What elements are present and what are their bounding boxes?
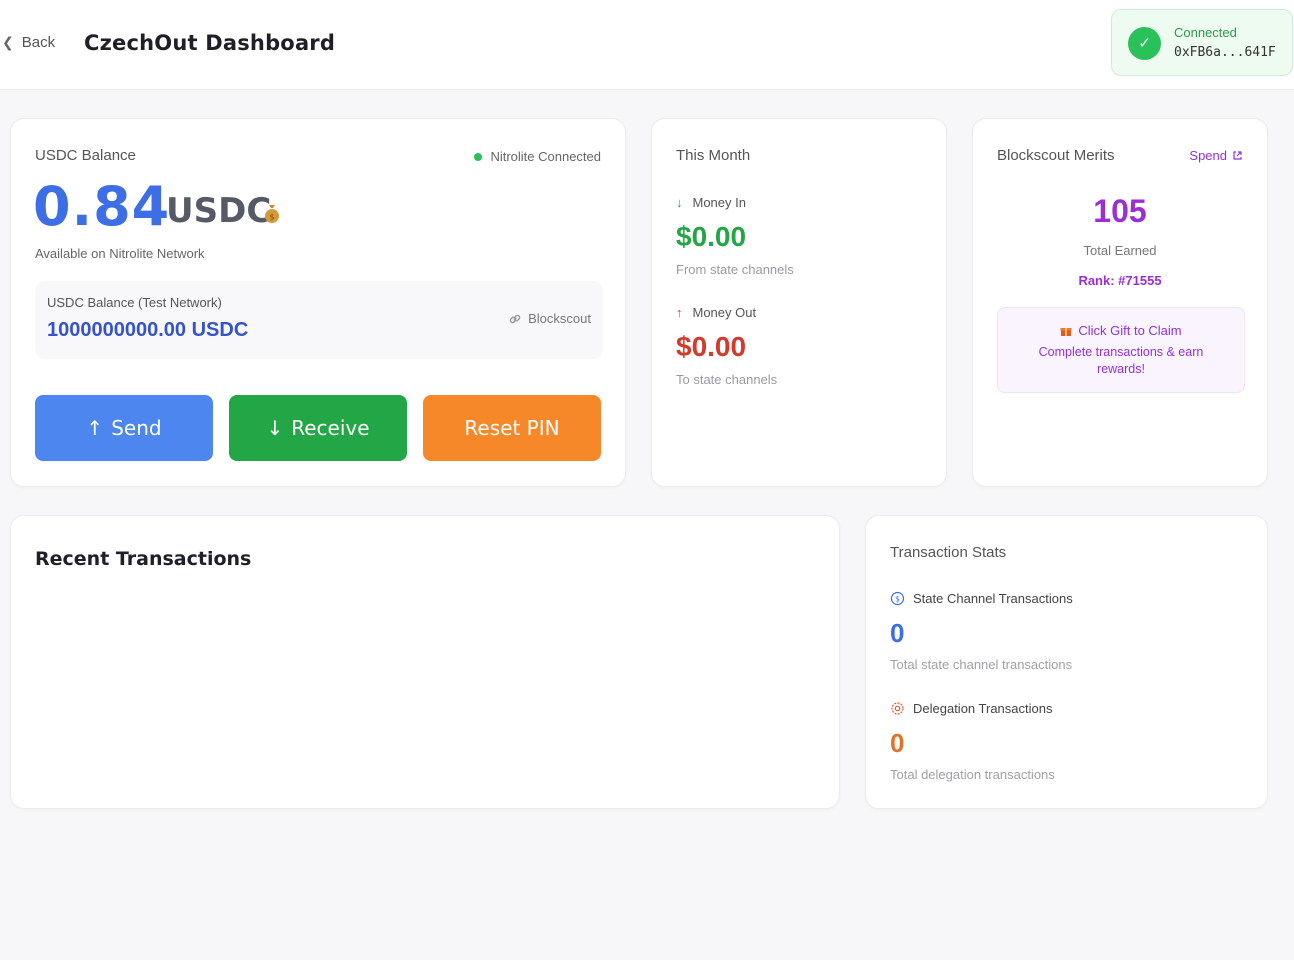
- wallet-connection-badge[interactable]: ✓ Connected 0xFB6a...641F: [1111, 9, 1293, 76]
- receive-button[interactable]: ↓ Receive: [229, 395, 407, 461]
- chevron-left-icon: ❮: [2, 34, 14, 50]
- test-balance-value: 1000000000.00 USDC: [47, 319, 249, 341]
- test-network-balance: USDC Balance (Test Network) 1000000000.0…: [35, 281, 603, 359]
- network-status: Nitrolite Connected: [474, 149, 601, 164]
- money-out-sub: To state channels: [676, 372, 778, 387]
- arrow-up-icon: ↑: [676, 305, 683, 320]
- arrow-down-icon: ↓: [266, 416, 284, 440]
- money-out-label: Money Out: [692, 305, 757, 320]
- merits-title: Blockscout Merits: [997, 147, 1115, 164]
- reset-pin-label: Reset PIN: [464, 416, 560, 440]
- merits-value: 105: [1093, 193, 1147, 229]
- money-in-label: Money In: [692, 195, 746, 210]
- gift-title: Click Gift to Claim: [1078, 323, 1182, 338]
- link-icon: [509, 314, 521, 323]
- balance-amount: 0.84: [33, 175, 171, 238]
- spend-label: Spend: [1189, 148, 1227, 163]
- state-channel-value: 0: [890, 618, 905, 648]
- page-title: CzechOut Dashboard: [84, 31, 336, 55]
- reset-pin-button[interactable]: Reset PIN: [423, 395, 601, 461]
- money-in-sub: From state channels: [676, 262, 794, 277]
- back-label: Back: [21, 34, 56, 51]
- available-text: Available on Nitrolite Network: [35, 246, 205, 261]
- delegation-sub: Total delegation transactions: [890, 767, 1055, 782]
- recent-transactions-title: Recent Transactions: [35, 548, 252, 570]
- check-icon: ✓: [1128, 27, 1161, 60]
- status-dot-icon: [474, 152, 483, 161]
- test-balance-label: USDC Balance (Test Network): [47, 295, 222, 310]
- money-out-value: $0.00: [676, 331, 747, 362]
- connection-status: Connected: [1174, 25, 1237, 40]
- gear-icon: [891, 702, 904, 715]
- state-channel-sub: Total state channel transactions: [890, 657, 1073, 672]
- state-channel-row: $ State Channel Transactions: [890, 591, 1073, 606]
- gift-icon: [1060, 327, 1072, 336]
- money-out-row: ↑ Money Out: [676, 305, 756, 320]
- merits-rank: Rank: #71555: [1078, 273, 1162, 288]
- external-link-icon: [1233, 151, 1242, 160]
- recent-transactions-card: Recent Transactions: [10, 515, 840, 809]
- svg-text:$: $: [269, 213, 274, 222]
- money-in-row: ↓ Money In: [676, 195, 746, 210]
- blockscout-link-label: Blockscout: [528, 311, 591, 326]
- money-in-value: $0.00: [676, 221, 747, 252]
- merits-card: Blockscout Merits Spend 105 Total Earned…: [972, 118, 1268, 487]
- delegation-row: Delegation Transactions: [890, 701, 1052, 716]
- send-button[interactable]: ↑ Send: [35, 395, 213, 461]
- receive-label: Receive: [291, 416, 370, 440]
- delegation-label: Delegation Transactions: [913, 701, 1053, 716]
- claim-gift-box[interactable]: Click Gift to Claim Complete transaction…: [997, 307, 1245, 393]
- this-month-card: This Month ↓ Money In $0.00 From state c…: [651, 118, 947, 487]
- arrow-down-icon: ↓: [676, 195, 683, 210]
- gift-title-row: Click Gift to Claim: [998, 323, 1244, 338]
- transaction-stats-card: Transaction Stats $ State Channel Transa…: [865, 515, 1268, 809]
- svg-text:$: $: [895, 595, 900, 604]
- balance-unit: USDC: [166, 191, 272, 231]
- balance-card: USDC Balance Nitrolite Connected 0.84 US…: [10, 118, 626, 487]
- money-bag-icon: $: [265, 205, 279, 223]
- total-earned-label: Total Earned: [1083, 243, 1157, 258]
- gift-description: Complete transactions & earn rewards!: [1038, 345, 1204, 376]
- send-label: Send: [111, 416, 162, 440]
- month-title: This Month: [676, 147, 751, 164]
- spend-link[interactable]: Spend: [1189, 148, 1243, 163]
- wallet-address: 0xFB6a...641F: [1174, 45, 1276, 60]
- network-status-label: Nitrolite Connected: [490, 149, 601, 164]
- delegation-value: 0: [890, 728, 905, 758]
- top-bar: ❮ Back CzechOut Dashboard ✓ Connected 0x…: [0, 0, 1294, 90]
- stats-title: Transaction Stats: [890, 544, 1007, 561]
- dollar-circle-icon: $: [890, 591, 905, 606]
- arrow-up-icon: ↑: [86, 416, 104, 440]
- state-channel-label: State Channel Transactions: [913, 591, 1073, 606]
- back-button[interactable]: ❮ Back: [2, 34, 55, 51]
- blockscout-link[interactable]: Blockscout: [508, 311, 591, 326]
- balance-label: USDC Balance: [35, 147, 136, 164]
